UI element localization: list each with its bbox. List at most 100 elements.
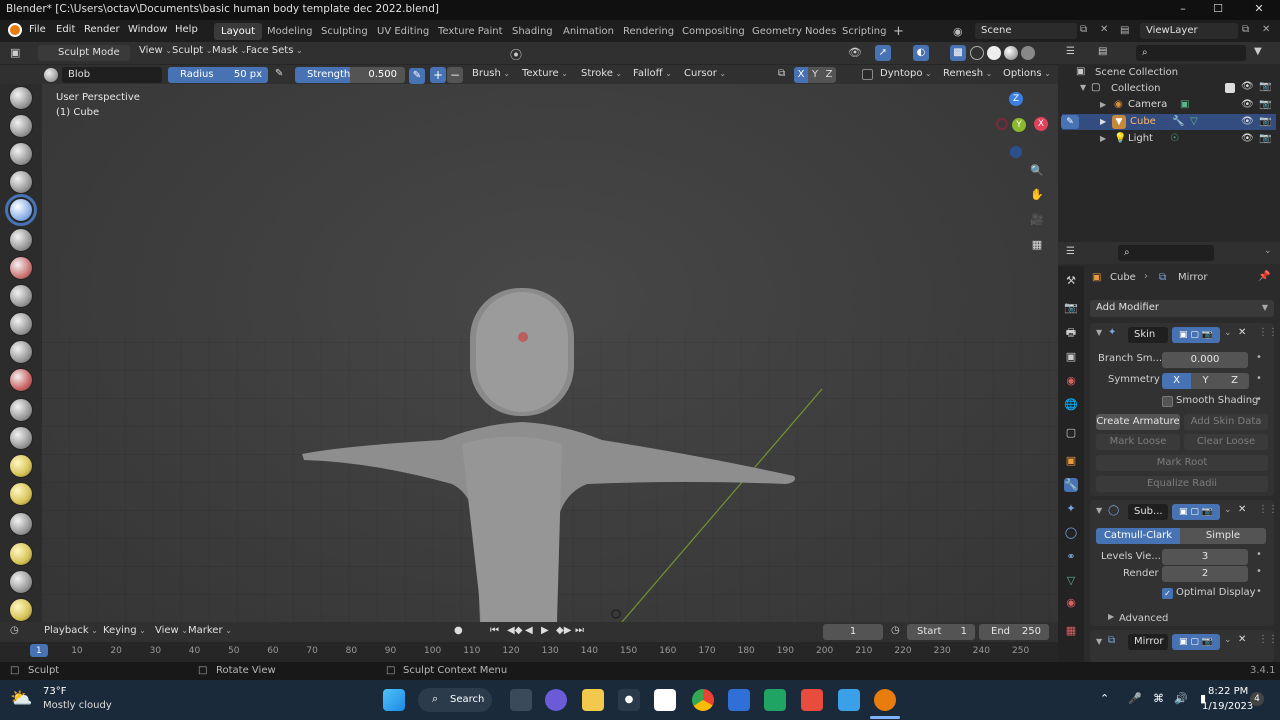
alienware-app-icon[interactable]: ● [618, 689, 640, 711]
end-frame-field[interactable]: End 250 [979, 624, 1049, 640]
recorder-app-icon[interactable] [801, 689, 823, 711]
current-frame-field[interactable]: 1 [823, 624, 883, 640]
cube-label[interactable]: Cube [1130, 114, 1156, 130]
menu-mask[interactable]: Mask [212, 45, 247, 56]
taskbar-search[interactable]: ⌕ Search [418, 688, 492, 712]
overlay-toggle-icon[interactable]: ◐ [913, 45, 929, 61]
material-tab-icon[interactable]: ◉ [1064, 596, 1078, 610]
draw-brush-icon[interactable] [9, 86, 33, 110]
fill-brush-icon[interactable] [9, 398, 33, 422]
file-explorer-icon[interactable] [582, 689, 604, 711]
options-dropdown[interactable]: Options [1003, 68, 1051, 79]
play-reverse-icon[interactable]: ◀ [525, 625, 533, 636]
pan-hand-icon[interactable]: ✋ [1028, 186, 1046, 204]
tab-texture-paint[interactable]: Texture Paint [431, 23, 510, 40]
skin-symmetry-x-button[interactable]: X [1162, 373, 1191, 389]
subsurf-name-field[interactable]: Sub... [1128, 504, 1168, 520]
tab-scripting[interactable]: Scripting [835, 23, 893, 40]
simple-button[interactable]: Simple [1180, 528, 1266, 544]
strength-slider[interactable]: Strength 0.500 [295, 67, 405, 83]
gizmo-neg-z-icon[interactable] [1010, 146, 1022, 158]
minimize-button[interactable]: – [1176, 2, 1190, 16]
active-brush-eyedropper-icon[interactable]: ✎ [1061, 115, 1079, 129]
volume-icon[interactable]: 🔊 [1174, 692, 1188, 705]
light-expand-icon[interactable]: ▶ [1100, 131, 1106, 147]
spreadsheet-app-icon[interactable] [764, 689, 786, 711]
material-shading-icon[interactable] [1004, 46, 1018, 60]
jump-start-icon[interactable]: ⏮ [490, 625, 499, 636]
scene-collection-label[interactable]: Scene Collection [1095, 67, 1178, 78]
levels-keyframe-icon[interactable]: • [1256, 549, 1262, 560]
equalize-radii-button[interactable]: Equalize Radii [1096, 476, 1268, 492]
subsurf-remove-icon[interactable]: ✕ [1238, 504, 1246, 515]
light-visibility-icon[interactable]: 👁 [1241, 131, 1254, 147]
start-menu-icon[interactable] [383, 689, 405, 711]
snake-hook-brush-icon[interactable] [9, 570, 33, 594]
preview-range-icon[interactable]: ◷ [891, 625, 900, 636]
skin-dropdown-icon[interactable]: ⌄ [1224, 328, 1232, 338]
close-button[interactable]: ✕ [1252, 2, 1266, 16]
tab-rendering[interactable]: Rendering [616, 23, 681, 40]
skin-symmetry-y-button[interactable]: Y [1191, 373, 1220, 389]
layer-brush-icon[interactable] [9, 256, 33, 280]
play-icon[interactable]: ▶ [541, 625, 549, 636]
direction-subtract-button[interactable]: − [447, 67, 463, 83]
show-hidden-icons-icon[interactable]: ⌃ [1100, 692, 1109, 705]
render-levels-field[interactable]: 2 [1162, 566, 1248, 582]
outliner-search-input[interactable]: ⌕ [1136, 45, 1246, 61]
add-modifier-dropdown[interactable]: Add Modifier ▼ [1090, 300, 1274, 317]
symmetry-z-button[interactable]: Z [822, 67, 836, 83]
symmetry-x-button[interactable]: X [794, 67, 808, 83]
subsurf-dropdown-icon[interactable]: ⌄ [1224, 505, 1232, 515]
transform-orientation-icon[interactable]: ⦿ [510, 46, 522, 63]
mark-root-button[interactable]: Mark Root [1096, 455, 1268, 471]
output-tab-icon[interactable]: 🖶 [1064, 326, 1078, 340]
pinch-brush-icon[interactable] [9, 482, 33, 506]
chat-app-icon[interactable] [545, 689, 567, 711]
catmull-clark-button[interactable]: Catmull-Clark [1096, 528, 1180, 544]
grab-brush-icon[interactable] [9, 512, 33, 536]
menu-edit[interactable]: Edit [56, 24, 75, 35]
microphone-icon[interactable]: 🎤 [1128, 692, 1142, 705]
collection-render-icon[interactable]: 📷 [1259, 81, 1271, 92]
navigation-gizmo[interactable]: Z X Y [984, 92, 1054, 158]
cube-expand-icon[interactable]: ▶ [1100, 114, 1106, 130]
record-button-icon[interactable]: ● [454, 625, 463, 636]
notification-badge[interactable]: 4 [1250, 692, 1264, 706]
wireframe-shading-icon[interactable] [970, 46, 984, 60]
playback-menu[interactable]: Playback [44, 625, 98, 636]
outliner-row-light[interactable]: ▶ 💡 Light ☉ 👁 📷 [1062, 131, 1276, 147]
collection-expand-icon[interactable]: ▼ [1080, 83, 1086, 92]
radius-pressure-icon[interactable]: ✎ [275, 68, 283, 79]
skin-remove-icon[interactable]: ✕ [1238, 327, 1246, 338]
modifier-tab-icon[interactable]: 🔧 [1064, 478, 1078, 492]
scene-icon[interactable]: ◉ [953, 25, 963, 38]
outliner-row-camera[interactable]: ▶ ◉ Camera ▣ 👁 📷 [1062, 97, 1276, 113]
elastic-deform-brush-icon[interactable] [9, 542, 33, 566]
light-render-icon[interactable]: 📷 [1259, 131, 1271, 147]
delete-view-layer-icon[interactable]: ✕ [1262, 24, 1270, 35]
zoom-icon[interactable]: 🔍 [1028, 162, 1046, 180]
skin-symmetry-z-button[interactable]: Z [1220, 373, 1249, 389]
render-keyframe-icon[interactable]: • [1256, 566, 1262, 577]
smooth-shading-checkbox[interactable] [1162, 396, 1173, 407]
draw-sharp-brush-icon[interactable] [9, 114, 33, 138]
properties-options-icon[interactable]: ⌄ [1264, 246, 1272, 256]
symmetry-keyframe-icon[interactable]: • [1256, 373, 1262, 384]
blender-taskbar-icon[interactable] [874, 689, 896, 711]
inflate-brush-icon[interactable] [9, 284, 33, 308]
menu-view[interactable]: View [139, 45, 172, 56]
dyntopo-dropdown[interactable]: Dyntopo [880, 68, 932, 79]
timeline-editor-icon[interactable]: ◷ [10, 625, 19, 636]
weather-temp[interactable]: 73°F [43, 686, 66, 697]
dyntopo-checkbox[interactable] [862, 69, 873, 80]
tab-geometry-nodes[interactable]: Geometry Nodes [745, 23, 843, 40]
falloff-dropdown[interactable]: Falloff [633, 68, 672, 79]
timeline-ruler[interactable]: 1 10 20 30 40 50 60 70 80 90 100 110 120 130 140 150 160… [0, 642, 1058, 662]
microsoft-store-icon[interactable] [728, 689, 750, 711]
cube-render-icon[interactable]: 📷 [1259, 114, 1271, 130]
crease-brush-icon[interactable] [9, 312, 33, 336]
new-scene-icon[interactable]: ⧉ [1080, 24, 1087, 35]
jump-end-icon[interactable]: ⏭ [575, 625, 584, 636]
advanced-label[interactable]: Advanced [1119, 613, 1168, 624]
